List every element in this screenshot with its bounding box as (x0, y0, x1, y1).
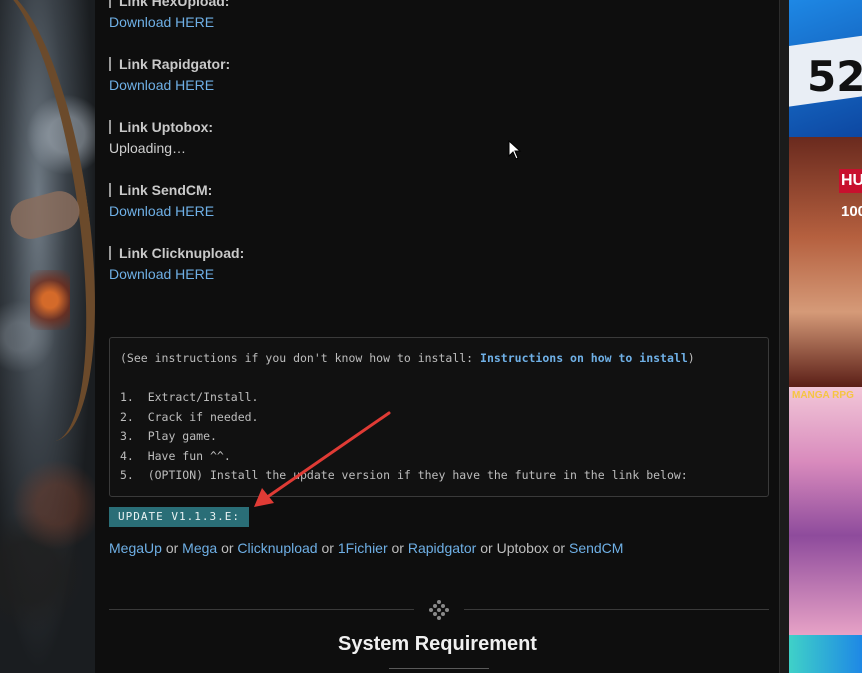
link-block-hexupload: Link HexUpload: Download HERE (109, 0, 229, 30)
section-title: System Requirement (338, 633, 537, 655)
mirror-link-megaup[interactable]: MegaUp (109, 540, 162, 556)
download-link-clicknupload[interactable]: Download HERE (109, 266, 244, 282)
ad-text: HU (839, 169, 862, 193)
post-content: Link HexUpload: Download HERE Link Rapid… (95, 0, 780, 673)
instruction-step: 3. Play game. (120, 429, 217, 443)
section-divider-left (109, 609, 414, 610)
mirror-link-1fichier[interactable]: 1Fichier (338, 540, 388, 556)
background-artwork (0, 0, 95, 673)
instruction-step: 4. Have fun ^^. (120, 449, 231, 463)
instruction-step: 2. Crack if needed. (120, 410, 259, 424)
download-link-sendcm[interactable]: Download HERE (109, 203, 214, 219)
mirror-links: MegaUp or Mega or Clicknupload or 1Fichi… (109, 540, 624, 556)
title-underline (389, 668, 489, 669)
link-label: Link Uptobox: (119, 119, 214, 135)
link-label: Link Rapidgator: (119, 56, 231, 72)
ad-logo: MANGA RPG (792, 390, 854, 401)
instruction-step: 1. Extract/Install. (120, 390, 259, 404)
mirror-link-clicknupload[interactable]: Clicknupload (237, 540, 317, 556)
sidebar-ads: 52 HU 100 MANGA RPG (789, 0, 862, 673)
ad-text: 100 (841, 203, 862, 220)
link-block-uptobox: Link Uptobox: Uploading… (109, 118, 213, 156)
mirror-uptobox: Uptobox (496, 540, 549, 556)
link-block-rapidgator: Link Rapidgator: Download HERE (109, 55, 230, 93)
section-divider-right (464, 609, 769, 610)
link-block-clicknupload: Link Clicknupload: Download HERE (109, 244, 244, 282)
instructions-intro: (See instructions if you don't know how … (120, 351, 695, 365)
instructions-link[interactable]: Instructions on how to install (480, 351, 688, 365)
ad-banner-foot[interactable] (789, 635, 862, 673)
uploading-status: Uploading… (109, 140, 187, 156)
link-label: Link Clicknupload: (119, 245, 245, 261)
mirror-link-sendcm[interactable]: SendCM (569, 540, 623, 556)
ad-number: 52 (807, 52, 862, 101)
mirror-link-rapidgator[interactable]: Rapidgator (408, 540, 477, 556)
mirror-link-mega[interactable]: Mega (182, 540, 217, 556)
download-link-hexupload[interactable]: Download HERE (109, 14, 229, 30)
download-link-rapidgator[interactable]: Download HERE (109, 77, 230, 93)
ad-banner-top[interactable]: 52 (789, 0, 862, 137)
link-block-sendcm: Link SendCM: Download HERE (109, 181, 214, 219)
instruction-step: 5. (OPTION) Install the update version i… (120, 468, 688, 482)
link-label: Link SendCM: (119, 182, 213, 198)
diamond-dots-icon (428, 599, 450, 621)
update-version-badge: UPDATE V1.1.3.E: (109, 507, 249, 527)
link-label: Link HexUpload: (119, 0, 230, 9)
install-instructions-box: (See instructions if you don't know how … (109, 337, 769, 497)
ad-banner-bottom[interactable]: MANGA RPG (789, 387, 862, 635)
mouse-pointer-icon (508, 140, 522, 160)
